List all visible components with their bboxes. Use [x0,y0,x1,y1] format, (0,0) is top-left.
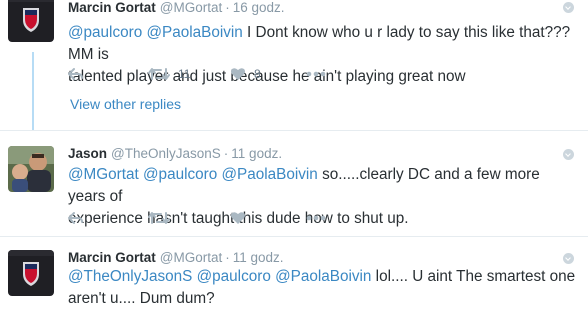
retweet-count: 11 [178,67,191,81]
tweet-text: @TheOnlyJasonS @paulcoro @PaolaBoivin lo… [68,266,578,310]
separator-dot: · [225,250,230,265]
user-handle[interactable]: @MGortat [160,0,222,15]
mention-link[interactable]: @PaolaBoivin [146,24,242,41]
separator-dot: · [225,0,230,15]
retweet-icon [148,68,170,80]
avatar[interactable] [8,0,54,42]
more-icon [306,215,326,221]
more-button[interactable] [306,64,326,84]
caret-down-icon[interactable] [563,2,574,13]
view-other-replies-link[interactable]: View other replies [70,96,181,112]
mention-link[interactable]: @MGortat [68,166,139,183]
retweet-button[interactable] [148,208,178,228]
divider [0,130,588,131]
divider [0,236,588,237]
like-icon [231,212,245,224]
more-icon [306,71,326,77]
mention-link[interactable]: @PaolaBoivin [222,166,318,183]
tweet-text-line-2: aren't u.... Dum dum? [68,290,215,307]
caret-down-icon[interactable] [563,253,574,264]
tweet-text-body: I Dont know who u r lady to say this lik… [68,24,571,63]
tweet-header: Jason @TheOnlyJasonS · 11 godz. [68,146,282,161]
mention-link[interactable]: @paulcoro [143,166,217,183]
reply-icon [68,212,83,224]
reply-button[interactable] [68,64,84,84]
mention-link[interactable]: @PaolaBoivin [275,268,371,285]
retweet-icon [148,212,170,224]
tweet-text-line-1: @TheOnlyJasonS @paulcoro @PaolaBoivin lo… [68,266,578,288]
separator-dot: · [223,146,229,161]
display-name[interactable]: Marcin Gortat [68,250,156,265]
retweet-button[interactable]: 11 [148,64,190,84]
tweet-text-body: lol.... U aint The smartest one [371,268,576,285]
timestamp[interactable]: 16 godz. [233,0,285,15]
display-name[interactable]: Marcin Gortat [68,0,156,15]
reply-icon [68,68,83,80]
mention-link[interactable]: @paulcoro [68,24,142,41]
like-button[interactable] [230,208,254,228]
reply-button[interactable] [68,208,84,228]
avatar[interactable] [8,250,54,296]
tweet-text-line-1: @paulcoro @PaolaBoivin I Dont know who u… [68,22,578,66]
user-handle[interactable]: @MGortat [160,250,222,265]
like-button[interactable]: 8 [230,64,261,84]
tweet-header: Marcin Gortat @MGortat · 16 godz. [68,0,285,15]
mention-link[interactable]: @TheOnlyJasonS [68,268,192,285]
more-button[interactable] [306,208,326,228]
user-handle[interactable]: @TheOnlyJasonS [111,146,221,161]
timestamp[interactable]: 11 godz. [231,146,282,161]
tweet-header: Marcin Gortat @MGortat · 11 godz. [68,250,284,265]
avatar[interactable] [8,146,54,192]
caret-down-icon[interactable] [563,149,574,160]
display-name[interactable]: Jason [68,146,107,161]
mention-link[interactable]: @paulcoro [197,268,271,285]
timestamp[interactable]: 11 godz. [233,250,284,265]
thread-connector [32,52,34,130]
like-count: 8 [254,67,261,81]
tweet-text-line-1: @MGortat @paulcoro @PaolaBoivin so.....c… [68,164,578,208]
like-icon [231,68,245,80]
